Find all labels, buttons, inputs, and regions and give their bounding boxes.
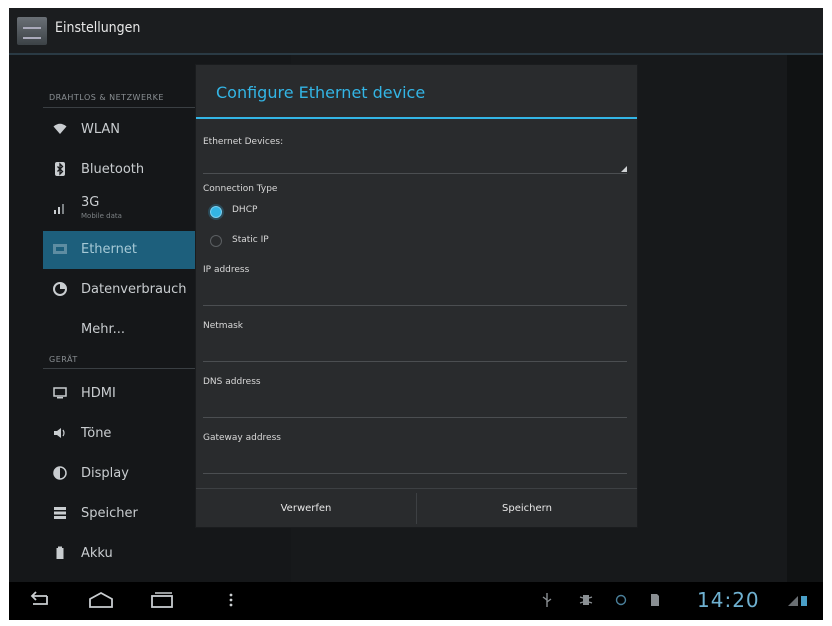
dhcp-radio-label[interactable]: DHCP (232, 205, 257, 215)
ip-address-label: IP address (203, 265, 250, 275)
menu-icon[interactable] (228, 590, 234, 615)
pane-edge (787, 55, 823, 582)
data-usage-icon (53, 282, 67, 296)
sidebar-item-label: Mehr... (81, 322, 126, 337)
home-icon[interactable] (87, 590, 115, 615)
configure-ethernet-dialog: Configure Ethernet device Ethernet Devic… (196, 65, 637, 527)
bluetooth-icon (53, 162, 67, 176)
ethernet-icon (53, 242, 67, 256)
clock[interactable]: 14:20 (697, 588, 760, 612)
sidebar-item-label: Display (81, 466, 129, 481)
section-header-wireless: DRAHTLOS & NETZWERKE (49, 93, 164, 102)
sidebar-item-label: Akku (81, 546, 113, 561)
wifi-icon (53, 122, 67, 136)
save-button[interactable]: Speichern (417, 489, 637, 528)
back-icon[interactable] (27, 590, 51, 615)
netmask-label: Netmask (203, 321, 243, 331)
settings-app-icon[interactable] (17, 17, 47, 45)
cancel-button[interactable]: Verwerfen (196, 489, 416, 528)
screen: Einstellungen DRAHTLOS & NETZWERKE WLAN … (9, 8, 823, 620)
ethernet-devices-label: Ethernet Devices: (203, 137, 284, 147)
sidebar-item-label: 3G (81, 195, 100, 210)
dialog-title: Configure Ethernet device (216, 83, 426, 102)
spinner-underline (203, 173, 627, 174)
connection-type-label: Connection Type (203, 184, 278, 194)
sync-icon[interactable] (614, 592, 628, 611)
storage-icon (53, 506, 67, 520)
sidebar-item-battery[interactable]: Akku (43, 535, 291, 573)
gateway-address-underline (203, 473, 627, 474)
static-ip-radio[interactable] (210, 235, 222, 247)
sidebar-item-label: WLAN (81, 122, 121, 137)
debug-icon[interactable] (579, 592, 593, 611)
monitor-icon (53, 386, 67, 400)
dns-address-label: DNS address (203, 377, 261, 387)
spinner-arrow-icon[interactable] (621, 166, 627, 172)
sidebar-item-label: Bluetooth (81, 162, 145, 177)
action-bar: Einstellungen (9, 8, 823, 55)
dialog-button-bar: Verwerfen Speichern (196, 488, 637, 528)
gateway-address-label: Gateway address (203, 433, 281, 443)
speaker-icon (53, 426, 67, 440)
app-title: Einstellungen (55, 20, 141, 36)
sidebar-item-label: Töne (81, 426, 112, 441)
system-navigation-bar: 14:20 (9, 582, 823, 620)
sidebar-item-label: HDMI (81, 386, 116, 401)
sidebar-item-label: Speicher (81, 506, 138, 521)
usb-icon[interactable] (541, 592, 553, 611)
netmask-underline (203, 361, 627, 362)
signal-icon (53, 200, 67, 214)
sidebar-item-label: Datenverbrauch (81, 282, 187, 297)
static-ip-radio-label[interactable]: Static IP (232, 235, 269, 245)
dialog-title-divider (196, 117, 637, 119)
display-icon (53, 466, 67, 480)
sd-card-icon[interactable] (649, 592, 661, 611)
recents-icon[interactable] (149, 590, 175, 615)
dns-address-underline (203, 417, 627, 418)
sidebar-item-label: Ethernet (81, 242, 137, 257)
sidebar-item-sublabel: Mobile data (81, 212, 122, 220)
battery-icon (53, 546, 67, 560)
section-header-device: GERÄT (49, 355, 78, 364)
dhcp-radio[interactable] (210, 206, 222, 218)
ip-address-underline (203, 305, 627, 306)
signal-status-icon[interactable] (787, 592, 811, 611)
